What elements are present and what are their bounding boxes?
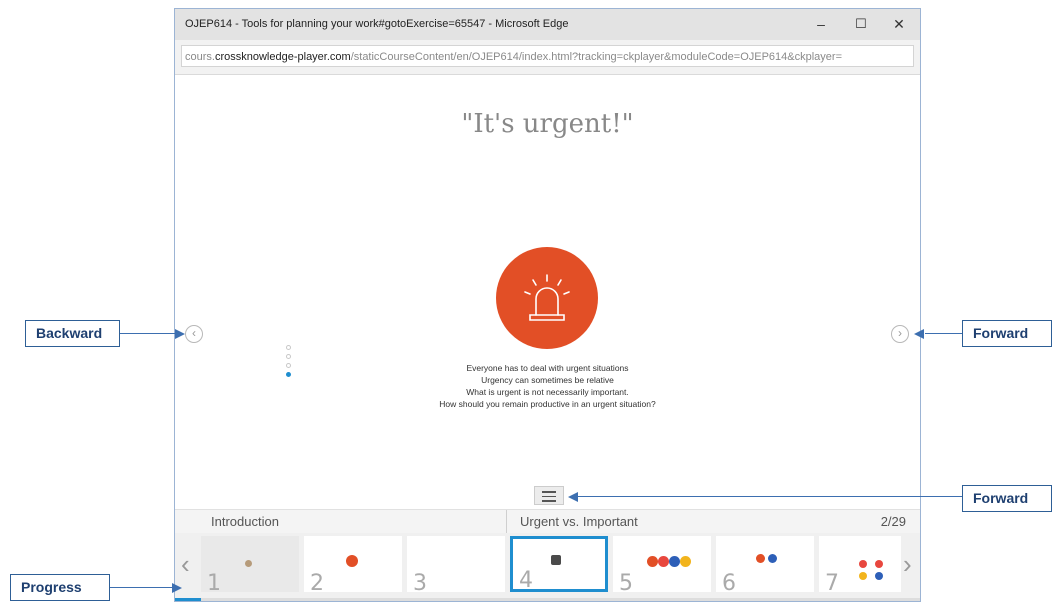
thumb-graphic: [669, 556, 680, 567]
back-arrow-icon[interactable]: ‹: [185, 325, 203, 343]
slide-line: How should you remain productive in an u…: [439, 399, 656, 409]
callout-arrow: [925, 333, 962, 334]
thumb-graphic: [875, 560, 883, 568]
section-bar: Introduction Urgent vs. Important 2/29: [175, 509, 920, 534]
thumb-graphic: [658, 556, 669, 567]
callout-forward-right: Forward: [962, 320, 1052, 347]
callout-arrow: [120, 333, 175, 334]
browser-window: OJEP614 - Tools for planning your work#g…: [174, 8, 921, 602]
callout-forward-menu: Forward: [962, 485, 1052, 512]
thumbnail[interactable]: 2: [304, 536, 402, 596]
step-indicator: [286, 345, 291, 381]
hamburger-icon[interactable]: [534, 486, 564, 505]
thumb-graphic: [245, 560, 252, 567]
section-urgent-vs-important[interactable]: Urgent vs. Important: [520, 514, 638, 529]
forward-arrow-icon[interactable]: ›: [891, 325, 909, 343]
callout-progress: Progress: [10, 574, 110, 601]
thumbnail[interactable]: 3: [407, 536, 505, 596]
thumbnail-number: 1: [207, 571, 221, 596]
thumbnail[interactable]: 5: [613, 536, 711, 596]
thumbnail-number: 7: [825, 571, 839, 596]
callout-arrow-head: [172, 583, 182, 593]
thumb-graphic: [551, 555, 561, 565]
maximize-button[interactable]: ☐: [846, 11, 876, 37]
callout-arrow-head: [568, 492, 578, 502]
section-introduction[interactable]: Introduction: [211, 514, 279, 529]
slide-heading: "It's urgent!": [461, 109, 634, 139]
step-dot[interactable]: [286, 363, 291, 368]
callout-arrow: [578, 496, 962, 497]
thumbnail-number: 4: [519, 568, 533, 593]
callout-backward: Backward: [25, 320, 120, 347]
section-divider: [506, 510, 507, 534]
address-bar: cours.crossknowledge-player.com/staticCo…: [175, 40, 920, 75]
progress-bar: [175, 598, 920, 601]
siren-icon: [496, 247, 598, 349]
thumbs-next-icon[interactable]: ›: [903, 549, 912, 580]
thumbnail-number: 5: [619, 571, 633, 596]
minimize-button[interactable]: –: [806, 11, 836, 37]
thumb-graphic: [647, 556, 658, 567]
url-path: /staticCourseContent/en/OJEP614/index.ht…: [350, 51, 842, 63]
url-prefix: cours.: [185, 51, 215, 63]
step-dot[interactable]: [286, 354, 291, 359]
thumb-graphic: [859, 560, 867, 568]
progress-fill: [175, 598, 201, 601]
url-domain: crossknowledge-player.com: [214, 51, 351, 63]
thumbnail-number: 2: [310, 571, 324, 596]
callout-arrow-head: [914, 329, 924, 339]
thumbnail-number: 3: [413, 571, 427, 596]
thumb-graphic: [875, 572, 883, 580]
thumbnail-selected[interactable]: 4: [510, 536, 608, 593]
thumbnail[interactable]: 1: [201, 536, 299, 596]
thumbnail[interactable]: 6: [716, 536, 814, 596]
slide-area: "It's urgent!" Everyone has to deal with…: [175, 75, 920, 509]
thumb-graphic: [756, 554, 765, 563]
title-bar: OJEP614 - Tools for planning your work#g…: [175, 9, 920, 40]
step-dot-active[interactable]: [286, 372, 291, 377]
thumb-graphic: [859, 572, 867, 580]
url-field[interactable]: cours.crossknowledge-player.com/staticCo…: [181, 45, 914, 67]
thumb-graphic: [680, 556, 691, 567]
thumb-graphic: [768, 554, 777, 563]
page-counter: 2/29: [880, 514, 906, 529]
thumbs-prev-icon[interactable]: ‹: [181, 549, 190, 580]
window-title: OJEP614 - Tools for planning your work#g…: [185, 18, 569, 30]
thumbnail-number: 6: [722, 571, 736, 596]
slide-line: What is urgent is not necessarily import…: [466, 387, 629, 397]
thumb-graphic: [346, 555, 358, 567]
callout-arrow-head: [175, 329, 185, 339]
close-button[interactable]: ✕: [884, 11, 914, 37]
callout-arrow: [110, 587, 172, 588]
step-dot[interactable]: [286, 345, 291, 350]
thumbnail[interactable]: 7: [819, 536, 901, 596]
thumbnail-strip: ‹ 1 2 3 4 5 6 7 ›: [175, 533, 920, 601]
